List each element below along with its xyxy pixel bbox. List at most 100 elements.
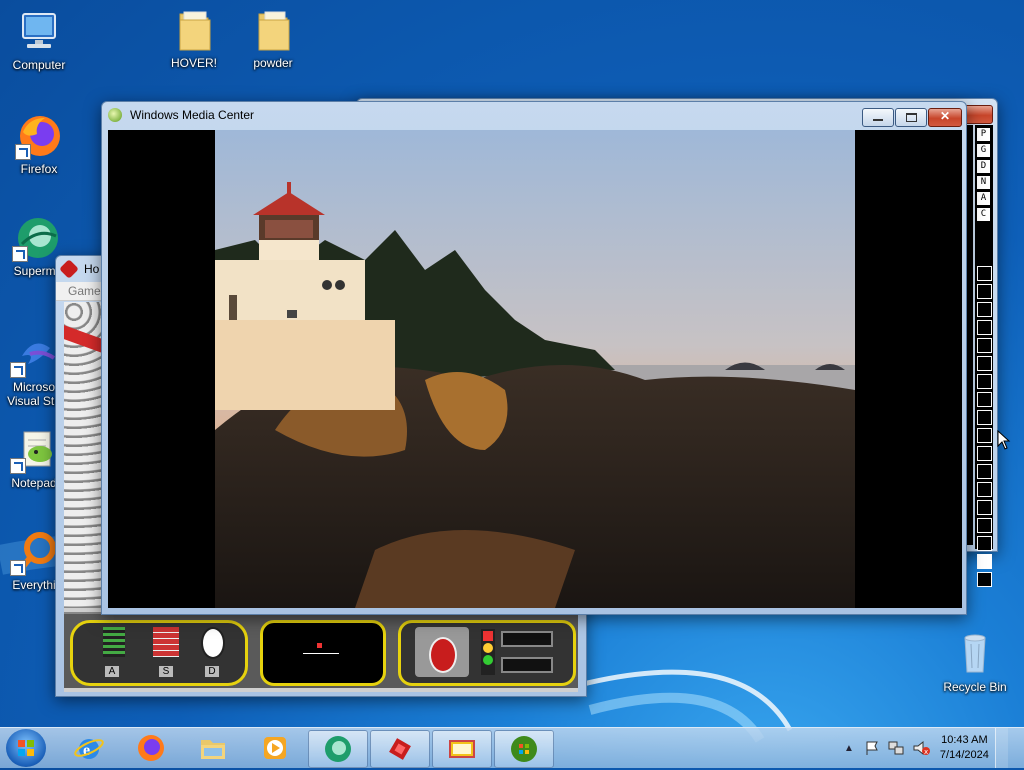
powerup-egg-icon bbox=[201, 627, 225, 659]
powder-tool-icon[interactable] bbox=[977, 302, 992, 317]
shortcut-arrow-icon bbox=[10, 560, 26, 576]
show-desktop-button[interactable] bbox=[994, 728, 1008, 768]
volume-muted-icon[interactable]: x bbox=[912, 740, 930, 756]
maximize-icon bbox=[905, 113, 917, 122]
powder-menu-g[interactable]: G bbox=[977, 144, 990, 157]
powder-menu-d[interactable]: D bbox=[977, 160, 990, 173]
system-tray: ▲ x 10:43 AM 7/14/2024 bbox=[844, 728, 1008, 768]
key-s-slot[interactable]: S bbox=[153, 627, 189, 677]
taskbar-media-center[interactable] bbox=[494, 730, 554, 768]
powder-tool-icon[interactable] bbox=[977, 392, 992, 407]
dashboard-right-panel bbox=[398, 620, 576, 686]
powder-tool-icon[interactable] bbox=[977, 554, 992, 569]
radar-line bbox=[303, 653, 339, 654]
taskbar: e ▲ x 10:43 AM 7/14/2024 bbox=[0, 727, 1024, 768]
hover-game-icon bbox=[389, 738, 411, 760]
wmc-window-title: Windows Media Center bbox=[130, 108, 255, 122]
powder-tool-icon[interactable] bbox=[977, 536, 992, 551]
powder-tool-icon[interactable] bbox=[977, 464, 992, 479]
powder-tool-icon[interactable] bbox=[977, 428, 992, 443]
shortcut-arrow-icon bbox=[10, 458, 26, 474]
taskbar-media-player[interactable] bbox=[246, 730, 304, 766]
key-a-slot[interactable]: A bbox=[103, 627, 139, 677]
taskbar-hover-game[interactable] bbox=[370, 730, 430, 768]
mouse-cursor-icon bbox=[997, 430, 1011, 450]
clock-time: 10:43 AM bbox=[941, 734, 988, 746]
desktop-icon-computer[interactable]: Computer bbox=[1, 8, 77, 72]
key-label-a: A bbox=[105, 666, 119, 677]
internet-explorer-icon: e bbox=[74, 739, 104, 759]
powder-tool-icon[interactable] bbox=[977, 572, 992, 587]
hover-dashboard: A S D bbox=[64, 612, 578, 688]
desktop-icon-firefox[interactable]: Firefox bbox=[1, 112, 77, 176]
powder-menu-c[interactable]: C bbox=[977, 208, 990, 221]
show-hidden-icons-button[interactable]: ▲ bbox=[844, 743, 854, 754]
powder-tool-icon[interactable] bbox=[977, 374, 992, 389]
wmc-logo-icon bbox=[511, 736, 537, 762]
taskbar-supermium[interactable] bbox=[308, 730, 368, 768]
recycle-bin-icon bbox=[951, 630, 999, 678]
close-button[interactable]: ✕ bbox=[928, 108, 962, 127]
shortcut-arrow-icon bbox=[10, 362, 26, 378]
powder-tool-icon[interactable] bbox=[977, 482, 992, 497]
dashboard-radar bbox=[260, 620, 386, 686]
start-button[interactable] bbox=[6, 729, 46, 767]
fuel-meter bbox=[501, 657, 553, 673]
menu-game[interactable]: Game bbox=[68, 284, 101, 298]
taskbar-ie[interactable]: e bbox=[60, 730, 118, 766]
folder-icon bbox=[249, 6, 297, 54]
powder-menu-p[interactable]: P bbox=[977, 128, 990, 141]
desktop-icon-label: HOVER! bbox=[170, 56, 217, 70]
status-lights-icon bbox=[481, 629, 495, 675]
supermium-icon bbox=[325, 736, 351, 762]
key-label-s: S bbox=[159, 666, 173, 677]
folder-icon bbox=[170, 6, 218, 54]
hovercraft-icon bbox=[415, 627, 469, 677]
powder-tool-icon[interactable] bbox=[977, 410, 992, 425]
powder-close-button[interactable] bbox=[963, 105, 993, 124]
powder-tool-icon[interactable] bbox=[977, 518, 992, 533]
windows-logo-icon bbox=[18, 740, 34, 756]
shortcut-arrow-icon bbox=[15, 144, 31, 160]
computer-icon bbox=[15, 8, 63, 56]
powder-tool-icon[interactable] bbox=[977, 356, 992, 371]
shortcut-arrow-icon bbox=[12, 246, 28, 262]
powder-tool-icon[interactable] bbox=[977, 320, 992, 335]
taskbar-explorer[interactable] bbox=[184, 730, 242, 766]
wmc-video-area[interactable] bbox=[108, 130, 962, 608]
taskbar-firefox[interactable] bbox=[122, 730, 180, 766]
taskbar-powder[interactable] bbox=[432, 730, 492, 768]
network-icon[interactable] bbox=[888, 740, 904, 756]
dashboard-left-panel: A S D bbox=[70, 620, 248, 686]
powder-tool-icon[interactable] bbox=[977, 338, 992, 353]
action-center-flag-icon[interactable] bbox=[864, 740, 880, 756]
maximize-button[interactable] bbox=[895, 108, 927, 127]
everything-search-icon bbox=[10, 528, 58, 576]
minimize-icon bbox=[873, 119, 883, 121]
radar-blip bbox=[317, 643, 322, 648]
powder-tool-icon[interactable] bbox=[977, 266, 992, 281]
supermium-icon bbox=[12, 214, 60, 262]
powder-menu-a[interactable]: A bbox=[977, 192, 990, 205]
powder-tool-icon[interactable] bbox=[977, 284, 992, 299]
wmc-titlebar[interactable]: Windows Media Center bbox=[102, 102, 966, 128]
svg-text:x: x bbox=[924, 748, 928, 756]
desktop-icon-powder-folder[interactable]: powder bbox=[235, 6, 311, 70]
firefox-icon bbox=[15, 112, 63, 160]
key-d-slot[interactable]: D bbox=[201, 627, 237, 677]
media-center-window[interactable]: Windows Media Center ✕ bbox=[101, 101, 967, 615]
powder-menu-n[interactable]: N bbox=[977, 176, 990, 189]
visual-studio-icon bbox=[10, 330, 58, 378]
powder-tool-icon[interactable] bbox=[977, 446, 992, 461]
wmc-logo-icon bbox=[108, 108, 122, 122]
firefox-icon bbox=[138, 735, 164, 761]
desktop-icon-recycle-bin[interactable]: Recycle Bin bbox=[937, 630, 1013, 694]
clock[interactable]: 10:43 AM 7/14/2024 bbox=[940, 733, 989, 763]
powerup-brick-icon bbox=[153, 627, 179, 657]
powder-toolbar: PGDNAC bbox=[975, 125, 993, 587]
minimize-button[interactable] bbox=[862, 108, 894, 127]
desktop-icon-hover-folder[interactable]: HOVER! bbox=[156, 6, 232, 70]
powder-tool-icon[interactable] bbox=[977, 500, 992, 515]
desktop-icon-label: powder bbox=[253, 56, 293, 70]
media-player-icon bbox=[264, 737, 286, 759]
